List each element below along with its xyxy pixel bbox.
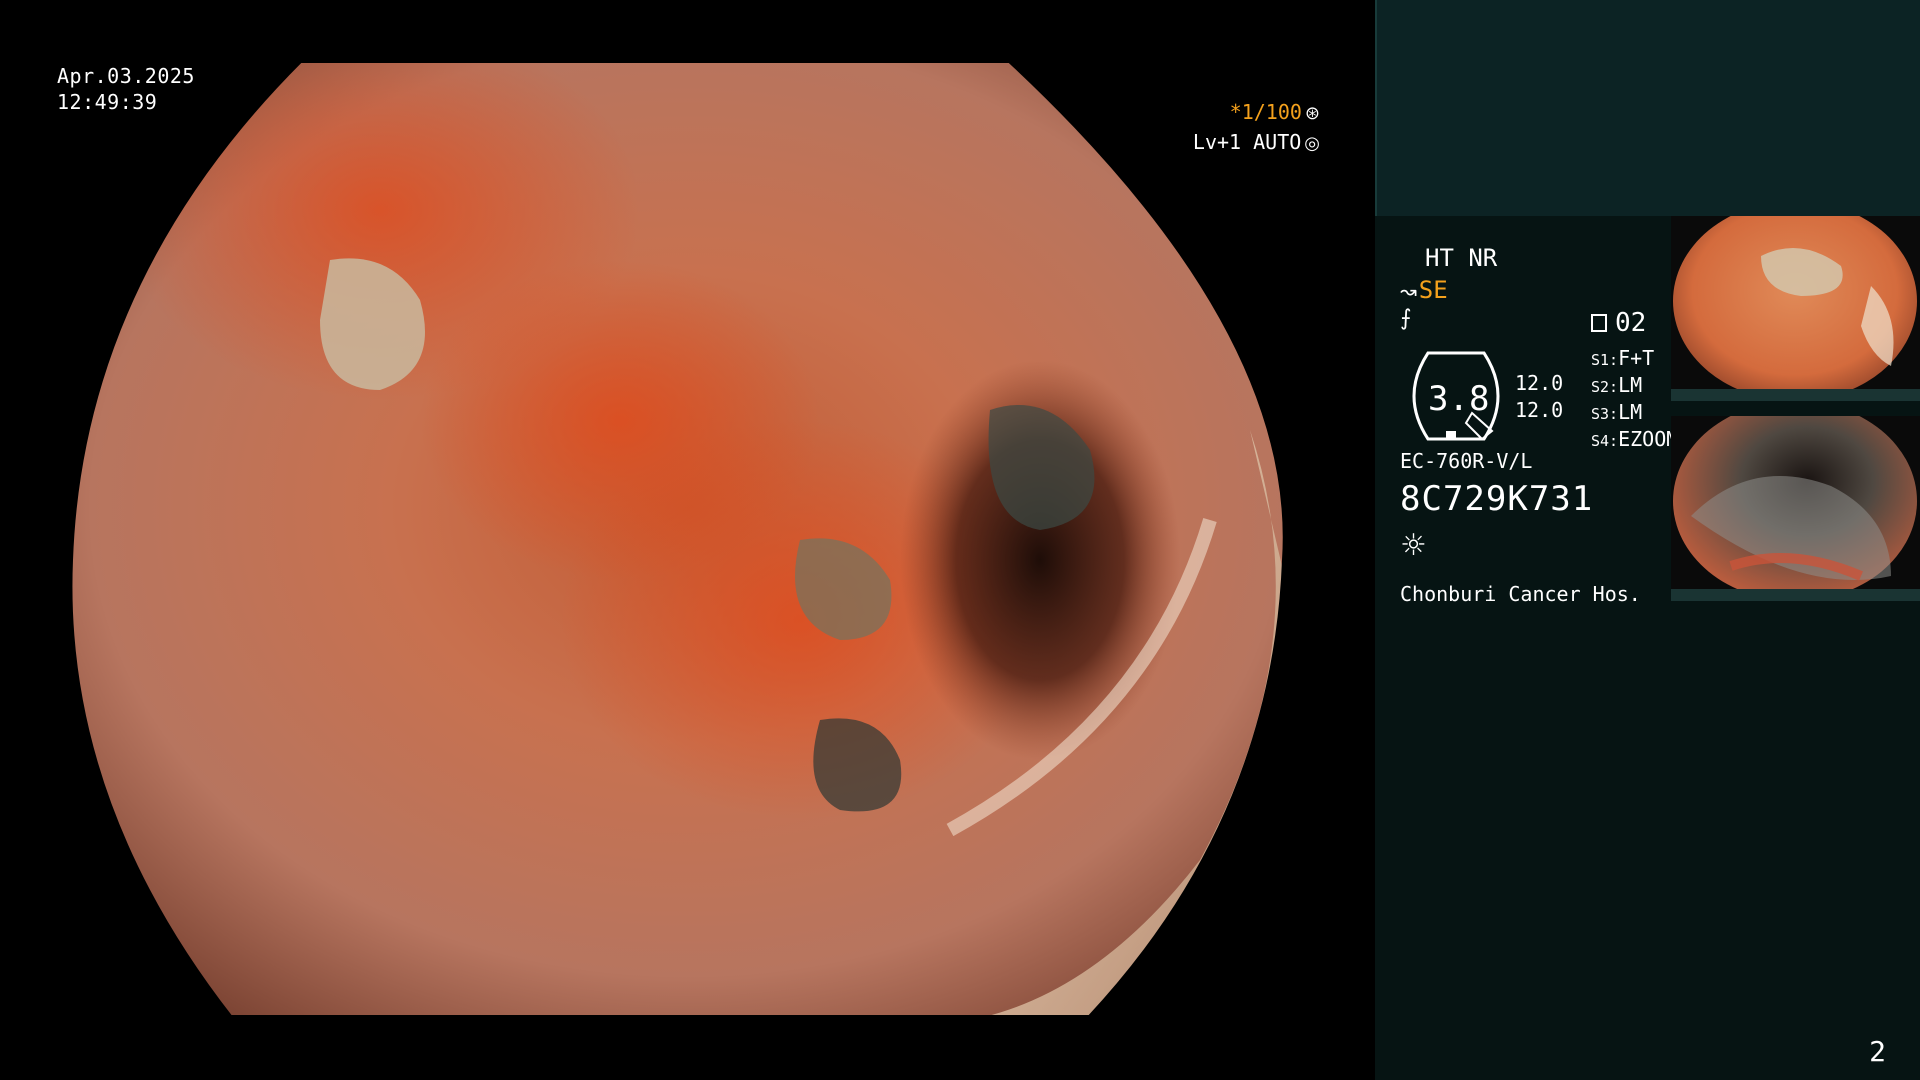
switch-key: S3: xyxy=(1591,405,1619,423)
switch-value: EZOOM xyxy=(1618,427,1679,451)
endoscope-viewport: Apr.03.2025 12:49:39 *1/100 ⊛ Lv+1 AUTO ◎ xyxy=(0,0,1375,1080)
switch-s4: S4:EZOOM xyxy=(1591,427,1678,454)
memory-count: 02 xyxy=(1591,308,1646,338)
thumbnail-caption-bar xyxy=(1671,589,1920,601)
enhancement-icon: ↝ xyxy=(1400,279,1417,303)
switch-value: LM xyxy=(1618,373,1643,397)
shutter-speed: *1/100 xyxy=(1229,100,1302,124)
switch-s1: S1:F+T xyxy=(1591,346,1678,373)
iris-icon: ◎ xyxy=(1304,133,1320,154)
scope-model: EC-760R-V/L xyxy=(1400,449,1533,473)
ht-nr-label: HT NR xyxy=(1425,244,1498,272)
gauge-reading-1: 12.0 xyxy=(1515,371,1564,395)
zoom-value: 3.8 xyxy=(1428,379,1490,419)
brightness-level: Lv+1 AUTO xyxy=(1192,130,1302,154)
shutter-icon: ⊛ xyxy=(1304,103,1320,124)
function-icon: ⨍ xyxy=(1400,306,1412,331)
gauge-readings: 12.0 12.0 xyxy=(1515,370,1563,424)
page-number: 2 xyxy=(1869,1035,1886,1068)
memory-count-value: 02 xyxy=(1615,308,1647,338)
enhancement-mode: SE xyxy=(1418,276,1448,304)
switch-s2: S2:LM xyxy=(1591,373,1678,400)
switch-key: S2: xyxy=(1591,378,1619,396)
light-source-icon: ☼ xyxy=(1400,528,1427,563)
side-panel-header xyxy=(1375,0,1920,216)
hospital-name: Chonburi Cancer Hos. xyxy=(1400,582,1641,606)
structure-enhancement: ↝SE xyxy=(1400,276,1448,304)
thumbnail-image-2 xyxy=(1673,416,1917,601)
time-label: 12:49:39 xyxy=(57,90,158,114)
thumbnail-caption-bar xyxy=(1671,389,1920,401)
captured-thumbnail-1[interactable] xyxy=(1671,216,1920,401)
captured-thumbnail-2[interactable] xyxy=(1671,416,1920,601)
switch-key: S4: xyxy=(1591,432,1619,450)
zoom-gauge: 3.8 xyxy=(1400,351,1512,441)
gauge-reading-2: 12.0 xyxy=(1515,398,1564,422)
switch-value: LM xyxy=(1618,400,1643,424)
switch-value: F+T xyxy=(1618,346,1655,370)
date-label: Apr.03.2025 xyxy=(57,64,195,88)
thumbnail-image-1 xyxy=(1673,216,1917,401)
switch-s3: S3:LM xyxy=(1591,400,1678,427)
timestamp: Apr.03.2025 12:49:39 xyxy=(57,63,195,115)
endoscopic-image xyxy=(66,57,1289,1021)
memory-card-icon xyxy=(1591,314,1607,332)
scope-switch-list: S1:F+T S2:LM S3:LM S4:EZOOM xyxy=(1591,346,1678,454)
switch-key: S1: xyxy=(1591,351,1619,369)
scope-serial: 8C729K731 xyxy=(1400,479,1594,519)
exposure-settings: *1/100 ⊛ Lv+1 AUTO ◎ xyxy=(1193,98,1320,158)
